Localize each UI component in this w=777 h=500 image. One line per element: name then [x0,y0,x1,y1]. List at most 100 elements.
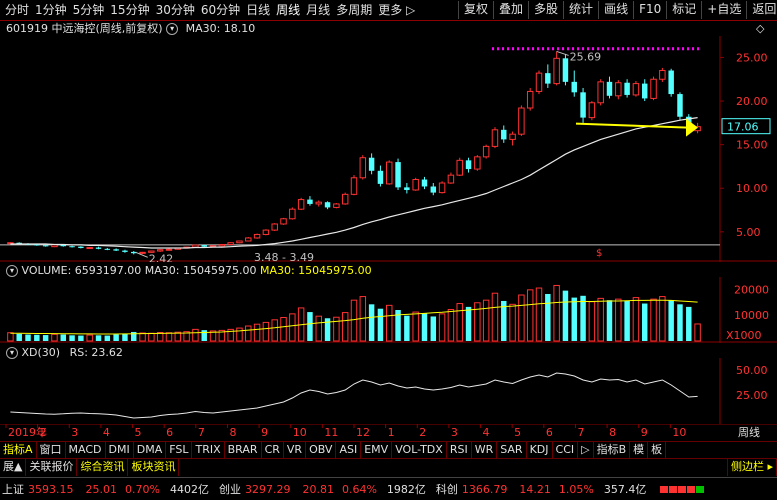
toolbar-button-8[interactable]: 返回 [746,1,777,19]
price-tick-label: 20.00 [736,95,768,108]
toolbar-button-6[interactable]: 标记 [666,1,701,19]
index-cy-name: 创业 [218,483,241,496]
panel-option-icon[interactable]: ◇ [756,22,764,35]
nav-tab-3[interactable]: 板块资讯 [128,459,180,476]
volume-bar [280,316,287,342]
candle-body [201,245,207,247]
toolbar-button-3[interactable]: 统计 [563,1,598,19]
indicator-tab-12[interactable]: EMV [361,442,393,459]
indicator-tab-21[interactable]: 模 [630,442,649,459]
volume-bar [677,304,683,341]
period-tab-8[interactable]: 月线 [303,2,333,18]
toolbar-button-0[interactable]: 复权 [458,1,493,19]
candle-body [659,70,666,80]
toolbar-button-2[interactable]: 多股 [528,1,563,19]
candle-body [642,83,648,99]
volume-bar [377,308,384,341]
toolbar-button-1[interactable]: 叠加 [493,1,528,19]
period-tab-6[interactable]: 日线 [243,2,273,18]
indicator-tab-3[interactable]: DMI [106,442,134,459]
volume-icon[interactable]: ▾ [6,265,18,277]
candle-body [377,170,384,184]
volume-bar [659,296,666,342]
candle-body [571,81,577,93]
indicator-tab-1[interactable]: 窗口 [37,442,66,459]
period-tab-5[interactable]: 60分钟 [198,2,243,18]
indicator-tab-15[interactable]: WR [472,442,498,459]
volume-bar [456,303,463,342]
sidebar-toggle-button[interactable]: 侧边栏 ▸ [726,459,777,476]
volume-bar [245,325,252,342]
indicator-tab-18[interactable]: CCI [553,442,579,459]
candle-body [227,242,234,245]
volume-bar [518,294,525,342]
candle-body [545,73,551,84]
indicator-tab-19[interactable]: ▷ [578,442,594,459]
breadth-indicator [660,485,705,493]
volume-bar [588,301,596,342]
period-tab-7[interactable]: 周线 [273,2,303,18]
period-tab-1[interactable]: 1分钟 [32,2,70,18]
volume-bar [104,335,111,341]
indicator-tab-22[interactable]: 板 [648,442,667,459]
volume-bar [60,334,66,341]
volume-bar [580,295,586,341]
candle-body [606,81,613,96]
indicator-tab-8[interactable]: CR [262,442,284,459]
period-tab-9[interactable]: 多周期 [333,2,375,18]
date-label: 10 [672,426,686,439]
candle-body [78,246,84,248]
nav-tab-1[interactable]: 关联报价 [26,459,78,476]
dropdown-icon[interactable]: ▾ [166,23,179,35]
period-tab-2[interactable]: 5分钟 [70,2,108,18]
indicator-tab-4[interactable]: DMA [134,442,167,459]
high-price-label: 25.69 [570,50,602,63]
nav-tab-0[interactable]: 展▲ [0,459,27,476]
volume-tick-label: 10000 [734,309,769,322]
nav-tab-2[interactable]: 综合资讯 [77,459,129,476]
volume-bar [632,297,640,342]
index-cy-value: 3297.29 [244,482,291,496]
indicator-tab-11[interactable]: ASI [336,442,362,459]
indicator-tab-5[interactable]: FSL [166,442,193,459]
indicator-tab-16[interactable]: SAR [497,442,527,459]
volume-bar [271,319,278,342]
candle-body [341,193,349,205]
indicator-tab-17[interactable]: KDJ [527,442,553,459]
toolbar-button-7[interactable]: +自选 [701,1,746,19]
index-cy-amount: 1982亿 [386,483,426,496]
indicator-tab-20[interactable]: 指标B [594,442,631,459]
candle-body [113,249,119,251]
period-tab-4[interactable]: 30分钟 [153,2,198,18]
period-tab-3[interactable]: 15分钟 [107,2,152,18]
date-label: 5 [514,426,521,439]
volume-bar [34,334,40,341]
volume-bar [307,312,313,341]
candle-body [668,70,674,95]
volume-bar [571,297,577,341]
candle-body [86,247,93,250]
indicator-tab-0[interactable]: 指标A [0,442,37,459]
volume-bar [447,308,455,342]
indicator-tab-10[interactable]: OBV [306,442,337,459]
period-toolbar: 分时 1分钟 5分钟 15分钟 30分钟 60分钟 日线 周线 月线 多周期 更多 ▷ 复权 叠加 多股… [0,0,777,21]
indicator-tab-13[interactable]: VOL-TDX [392,442,447,459]
indicator-tab-2[interactable]: MACD [66,442,106,459]
candle-body [597,81,604,104]
candle-body [474,156,481,170]
candle-body [253,233,261,239]
indicator-tab-14[interactable]: RSI [447,442,472,459]
index-kc-name: 科创 [435,483,458,496]
period-tab-0[interactable]: 分时 [2,2,32,18]
date-label: 7 [577,426,584,439]
candle-body [262,229,270,235]
date-label: 4 [483,426,490,439]
toolbar-button-5[interactable]: F10 [633,1,666,19]
candle-body [192,244,199,248]
indicator-tab-9[interactable]: VR [284,442,307,459]
period-tab-10[interactable]: 更多 ▷ [375,2,418,18]
toolbar-button-4[interactable]: 画线 [598,1,633,19]
indicator-tab-6[interactable]: TRIX [192,442,225,459]
dividend-marker[interactable]: $ [596,248,602,259]
indicator-tab-7[interactable]: BRAR [225,442,262,459]
